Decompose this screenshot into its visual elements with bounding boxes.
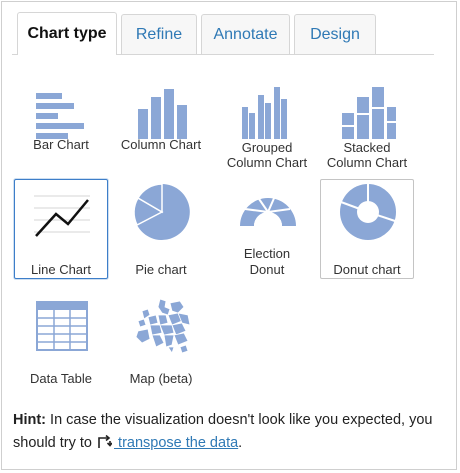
chart-option-bar[interactable]: Bar Chart bbox=[14, 80, 108, 180]
column-chart-icon bbox=[138, 89, 187, 139]
chart-option-election-donut[interactable]: Election Donut bbox=[220, 179, 314, 279]
hint-text: Hint: In case the visualization doesn't … bbox=[13, 409, 453, 455]
tab-bar: Chart type Refine Annotate Design bbox=[12, 12, 434, 55]
chart-option-label: Election Donut bbox=[243, 246, 291, 277]
chart-option-data-table[interactable]: Data Table bbox=[14, 294, 108, 394]
hint-label: Hint: bbox=[13, 412, 47, 428]
donut-chart-icon bbox=[340, 183, 396, 240]
chart-option-pie[interactable]: Pie chart bbox=[114, 179, 208, 279]
tab-refine[interactable]: Refine bbox=[121, 14, 197, 54]
pie-chart-icon bbox=[133, 183, 190, 240]
hint-end: . bbox=[238, 435, 243, 451]
chart-option-map[interactable]: Map (beta) bbox=[114, 294, 208, 394]
chart-option-label: Bar Chart bbox=[33, 137, 89, 152]
chart-option-column[interactable]: Column Chart bbox=[114, 80, 208, 180]
chart-option-label: Data Table bbox=[30, 371, 92, 386]
grouped-column-chart-icon bbox=[242, 87, 287, 139]
stacked-column-chart-icon bbox=[342, 87, 396, 139]
chart-option-label: Pie chart bbox=[135, 262, 187, 277]
election-donut-icon bbox=[240, 195, 296, 226]
chart-option-label: Stacked Column Chart bbox=[326, 140, 408, 170]
transpose-icon bbox=[98, 434, 113, 448]
chart-option-donut[interactable]: Donut chart bbox=[320, 179, 414, 279]
tab-design[interactable]: Design bbox=[294, 14, 376, 54]
tab-annotate[interactable]: Annotate bbox=[201, 14, 290, 54]
chart-type-panel: Chart type Refine Annotate Design Bar Ch… bbox=[1, 1, 457, 470]
chart-option-stacked-column[interactable]: Stacked Column Chart bbox=[320, 80, 414, 180]
data-table-icon bbox=[36, 301, 88, 351]
chart-option-label: Line Chart bbox=[31, 262, 91, 277]
transpose-data-link[interactable]: transpose the data bbox=[114, 435, 238, 451]
bar-chart-icon bbox=[36, 93, 84, 139]
chart-option-label: Column Chart bbox=[120, 137, 202, 152]
chart-option-label: Map (beta) bbox=[129, 371, 193, 386]
chart-option-line[interactable]: Line Chart bbox=[14, 179, 108, 279]
line-chart-icon bbox=[34, 195, 90, 237]
chart-option-grouped-column[interactable]: Grouped Column Chart bbox=[220, 80, 314, 180]
map-icon bbox=[135, 298, 191, 354]
tab-chart-type[interactable]: Chart type bbox=[17, 12, 117, 55]
chart-option-label: Donut chart bbox=[333, 262, 401, 277]
chart-option-label: Grouped Column Chart bbox=[226, 140, 308, 170]
